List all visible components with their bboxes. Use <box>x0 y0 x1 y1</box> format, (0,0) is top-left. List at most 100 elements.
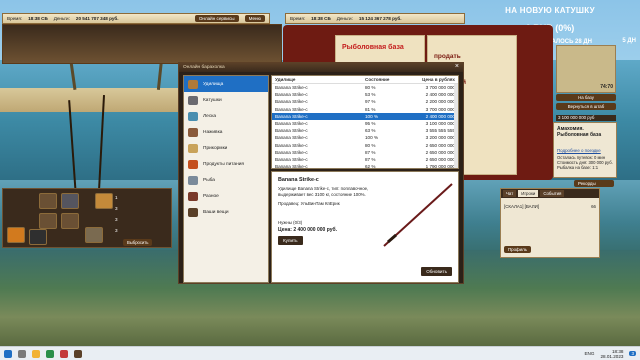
category-item[interactable]: Леска <box>184 108 268 124</box>
table-cell: 2 400 000 000 <box>425 113 455 119</box>
listings-table: Удилище Состояние Цена в рублях Banana S… <box>271 75 459 169</box>
search-icon[interactable] <box>18 349 26 358</box>
category-item[interactable]: Ваши вещи <box>184 204 268 220</box>
table-cell: 2 400 000 000 <box>425 92 455 98</box>
tab-chat[interactable]: Чат <box>503 190 517 197</box>
table-cell: 2 200 000 000 <box>425 99 455 105</box>
stat-value: 3 <box>115 206 118 211</box>
table-row[interactable]: Banana Strike-c 100 % 3 200 000 000 <box>272 134 458 141</box>
table-row[interactable]: Banana Strike-c 63 % 3 555 555 555 <box>272 127 458 134</box>
table-header: Удилище Состояние Цена в рублях <box>272 76 458 84</box>
tab-events[interactable]: События <box>540 190 565 197</box>
backpack-icon <box>188 207 198 217</box>
chat-tabs: Чат Игроки События <box>501 189 599 198</box>
category-item[interactable]: Разное <box>184 188 268 204</box>
category-item[interactable]: Рыба <box>184 172 268 188</box>
return-hq-button[interactable]: Вернуться в штаб <box>556 103 616 110</box>
table-row[interactable]: Banana Strike-c 80 % 3 700 000 000 <box>272 84 458 91</box>
online-services-button[interactable]: Онлайн сервисы <box>194 15 239 22</box>
fish-icon <box>188 175 198 185</box>
table-row[interactable]: Banana Strike-c 100 % 2 400 000 000 <box>272 112 458 120</box>
player-value: 66 <box>591 204 596 209</box>
table-cell: 81 % <box>365 106 376 112</box>
table-cell: 2 650 000 000 <box>425 149 455 155</box>
item-detail: Banana Strike-c Удилище Banana Strike-c,… <box>271 171 459 283</box>
inventory-slot[interactable] <box>61 193 79 209</box>
taskbar: ENG 18:38 28.01.2023 3 <box>0 346 640 360</box>
category-item[interactable]: Прикормки <box>184 140 268 156</box>
time-value: 18:38 СБ <box>28 16 48 21</box>
table-cell: Banana Strike-c <box>275 121 308 127</box>
dialog-title: Онлайн барахолка <box>179 63 463 72</box>
rod-icon <box>188 79 198 89</box>
category-item[interactable]: Продукты питания <box>184 156 268 172</box>
game-icon[interactable] <box>74 349 82 358</box>
category-item[interactable]: Катушки <box>184 92 268 108</box>
location-title: Амахомия. Рыболовная база <box>557 126 602 138</box>
records-button[interactable]: Рекорды <box>574 180 614 187</box>
table-cell: 1 790 000 000 <box>425 164 455 169</box>
item-description: Удилище Banana Strike-c, тип: поплавочно… <box>278 186 369 197</box>
table-row[interactable]: Banana Strike-c 62 % 1 790 000 000 <box>272 163 458 169</box>
explorer-icon[interactable] <box>32 349 40 358</box>
inventory-slot[interactable] <box>95 193 113 209</box>
table-cell: 80 % <box>365 142 376 148</box>
table-cell: Banana Strike-c <box>275 92 308 98</box>
bait-icon <box>188 127 198 137</box>
browser-icon[interactable] <box>46 349 54 358</box>
category-item[interactable]: Удилища <box>184 76 268 92</box>
to-base-button[interactable]: На базу <box>556 94 616 101</box>
food-icon <box>188 159 198 169</box>
table-cell: 2 650 000 000 <box>425 142 455 148</box>
table-cell: 97 % <box>365 99 376 105</box>
clock[interactable]: 18:38 28.01.2023 <box>600 349 623 359</box>
inventory-stats: 1 3 3 3 <box>115 195 118 233</box>
table-cell: 95 % <box>365 121 376 127</box>
inventory-panel: 1 3 3 3 Выбросить <box>2 188 172 248</box>
inventory-slot[interactable] <box>39 213 57 229</box>
table-row[interactable]: Banana Strike-c 97 % 2 200 000 000 <box>272 98 458 105</box>
promo-headline: НА НОВУЮ КАТУШКУ <box>505 6 595 15</box>
pot-icon[interactable] <box>29 229 47 245</box>
money-value: 20 541 707 348 руб. <box>75 16 119 21</box>
table-row[interactable]: Banana Strike-c 87 % 2 650 000 000 <box>272 149 458 156</box>
discard-button[interactable]: Выбросить <box>123 239 153 246</box>
trip-details-link[interactable]: Подробнее о поездке <box>557 148 613 153</box>
table-row[interactable]: Banana Strike-c 95 % 3 100 000 000 <box>272 120 458 127</box>
table-cell: 80 % <box>365 85 376 91</box>
windows-start-icon[interactable] <box>4 349 12 358</box>
map-thumbnail[interactable]: 74:70 <box>556 45 616 93</box>
table-scrollbar[interactable] <box>454 84 458 168</box>
profile-button[interactable]: Профиль <box>504 246 531 253</box>
bucket-icon[interactable] <box>7 227 25 243</box>
table-row[interactable]: Banana Strike-c 87 % 2 650 000 000 <box>272 156 458 163</box>
inventory-slot[interactable] <box>61 213 79 229</box>
table-row[interactable]: Banana Strike-c 80 % 2 650 000 000 <box>272 142 458 149</box>
language-indicator[interactable]: ENG <box>584 351 594 356</box>
table-row[interactable]: Banana Strike-c 53 % 2 400 000 000 <box>272 91 458 98</box>
market-dialog: Онлайн барахолка × Удилища Катушки Леска… <box>178 62 464 284</box>
table-cell: 3 555 555 555 <box>425 128 455 134</box>
close-icon[interactable]: × <box>455 63 459 70</box>
top-status-bar-mid: Время: 18:38 СБ Деньги: 15 124 367 278 р… <box>285 13 465 24</box>
app-icon[interactable] <box>60 349 68 358</box>
buy-button[interactable]: Купить <box>278 236 303 246</box>
notification-badge[interactable]: 3 <box>629 351 636 356</box>
table-cell: Banana Strike-c <box>275 99 308 105</box>
player-row[interactable]: [СКАЛА1] [ВАЛИ] 66 <box>501 198 599 215</box>
tab-players[interactable]: Игроки <box>518 190 539 197</box>
time-label: Время: <box>7 16 23 21</box>
shop-title: Рыболовная база <box>342 44 404 51</box>
inventory-slot[interactable] <box>39 193 57 209</box>
sack-icon[interactable] <box>85 227 103 243</box>
line-icon <box>188 111 198 121</box>
right-money: 3 100 000 000 руб <box>556 115 616 121</box>
chat-panel: Чат Игроки События [СКАЛА1] [ВАЛИ] 66 Пр… <box>500 188 600 258</box>
table-cell: 2 650 000 000 <box>425 156 455 162</box>
refresh-button[interactable]: Обновить <box>421 267 452 276</box>
stat-value: 3 <box>115 217 118 222</box>
misc-icon <box>188 191 198 201</box>
category-item[interactable]: Наживка <box>184 124 268 140</box>
table-row[interactable]: Banana Strike-c 81 % 3 700 000 000 <box>272 106 458 113</box>
menu-button[interactable]: Меню <box>244 15 265 22</box>
